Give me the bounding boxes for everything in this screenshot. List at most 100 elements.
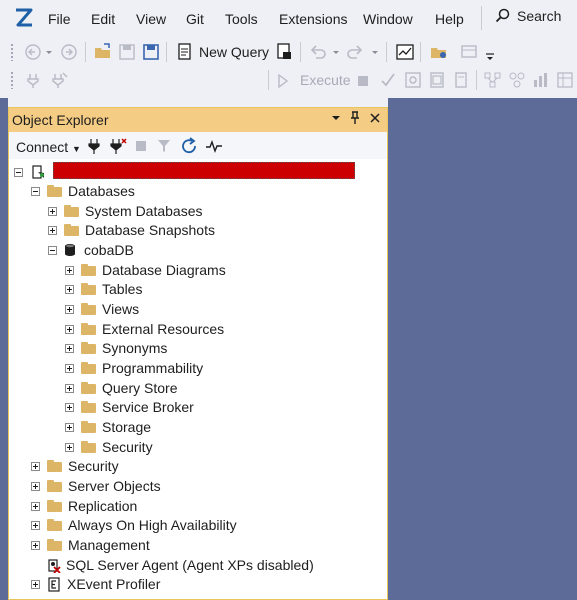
search-button[interactable]: Search [495, 8, 561, 24]
expand-icon[interactable] [31, 461, 40, 471]
include-plan-icon[interactable] [484, 71, 502, 89]
tree-node-synonyms[interactable]: Synonyms [65, 338, 167, 358]
tree-node-storage[interactable]: Storage [65, 417, 151, 437]
expand-icon[interactable] [31, 481, 40, 491]
stop-icon[interactable] [357, 72, 369, 90]
query-type-icon[interactable] [275, 43, 293, 61]
activity-monitor-icon[interactable] [396, 43, 414, 61]
tree-node-external-resources[interactable]: External Resources [65, 319, 224, 339]
window-layout-icon[interactable] [460, 43, 478, 61]
tree-node-system-databases[interactable]: System Databases [48, 201, 203, 221]
results-grid-icon[interactable] [556, 71, 574, 89]
expand-icon[interactable] [65, 265, 74, 275]
save-icon[interactable] [118, 43, 136, 61]
menu-tools[interactable]: Tools [225, 11, 258, 27]
expand-icon[interactable] [31, 520, 40, 530]
disconnect-object-explorer-icon[interactable] [109, 138, 127, 154]
tree-node-db-security[interactable]: Security [65, 437, 153, 457]
server-icon [32, 165, 44, 179]
toolbar-grip[interactable] [10, 71, 14, 89]
estimated-plan-icon[interactable] [404, 71, 422, 89]
tree-node-sql-server-agent[interactable]: SQL Server Agent (Agent XPs disabled) [47, 555, 314, 575]
expand-icon[interactable] [31, 579, 40, 589]
tree-node-tables[interactable]: Tables [65, 279, 142, 299]
new-query-button[interactable]: New Query [199, 44, 269, 60]
ssms-logo-icon[interactable] [13, 7, 35, 29]
tree-node-service-broker[interactable]: Service Broker [65, 397, 194, 417]
object-explorer-icon[interactable] [430, 43, 448, 61]
connect-icon[interactable] [24, 71, 42, 89]
window-position-dropdown-icon[interactable] [331, 111, 341, 125]
filter-icon[interactable] [157, 138, 171, 154]
expand-icon[interactable] [65, 284, 74, 294]
undo-dropdown-icon[interactable] [331, 43, 341, 61]
refresh-icon[interactable] [180, 137, 198, 155]
undo-icon[interactable] [309, 43, 327, 61]
tree-node-query-store[interactable]: Query Store [65, 378, 177, 398]
back-icon[interactable] [24, 43, 42, 61]
open-file-icon[interactable] [94, 43, 112, 61]
redo-dropdown-icon[interactable] [370, 43, 380, 61]
redo-icon[interactable] [346, 43, 364, 61]
connect-object-explorer-icon[interactable] [87, 138, 101, 154]
disconnect-icon[interactable] [50, 71, 68, 89]
collapse-icon[interactable] [14, 167, 23, 177]
tree-node-database-diagrams[interactable]: Database Diagrams [65, 260, 226, 280]
object-explorer-title-bar[interactable]: Object Explorer [9, 108, 387, 132]
menu-help[interactable]: Help [435, 11, 464, 27]
expand-icon[interactable] [65, 442, 74, 452]
query-options-icon[interactable] [428, 71, 446, 89]
server-name-redacted[interactable] [53, 162, 355, 179]
back-dropdown-icon[interactable] [44, 43, 54, 61]
new-query-icon[interactable] [176, 43, 194, 61]
expand-icon[interactable] [65, 383, 74, 393]
live-stats-icon[interactable] [508, 71, 526, 89]
tree-node-server-objects[interactable]: Server Objects [31, 476, 161, 496]
activity-monitor-icon[interactable] [205, 138, 223, 154]
forward-icon[interactable] [60, 43, 78, 61]
tree-node-programmability[interactable]: Programmability [65, 358, 203, 378]
menu-file[interactable]: File [48, 11, 71, 27]
expand-icon[interactable] [65, 422, 74, 432]
tree-node-security[interactable]: Security [31, 456, 119, 476]
tree-node-always-on[interactable]: Always On High Availability [31, 515, 237, 535]
save-all-icon[interactable] [142, 43, 160, 61]
tree-node-cobadb[interactable]: cobaDB [48, 240, 134, 260]
expand-icon[interactable] [48, 206, 57, 216]
menu-view[interactable]: View [136, 11, 166, 27]
folder-icon [47, 519, 62, 531]
collapse-icon[interactable] [48, 245, 57, 255]
intellisense-icon[interactable] [452, 71, 470, 89]
tree-node-management[interactable]: Management [31, 535, 150, 555]
expand-icon[interactable] [65, 304, 74, 314]
parse-check-icon[interactable] [379, 71, 397, 89]
execute-button[interactable]: Execute [300, 72, 351, 88]
client-stats-icon[interactable] [532, 71, 550, 89]
close-icon[interactable] [369, 111, 381, 125]
expand-icon[interactable] [65, 402, 74, 412]
tree-node-database-snapshots[interactable]: Database Snapshots [48, 220, 215, 240]
menu-extensions[interactable]: Extensions [279, 11, 347, 27]
connect-button[interactable]: Connect ▼ [16, 139, 81, 155]
toolbar-overflow-icon[interactable] [484, 46, 496, 64]
expand-icon[interactable] [31, 540, 40, 550]
stop-icon[interactable] [136, 140, 146, 152]
execute-icon[interactable] [277, 72, 289, 90]
folder-icon [81, 441, 96, 453]
collapse-icon[interactable] [31, 186, 40, 196]
tree-node-xevent-profiler[interactable]: XEvent Profiler [31, 574, 160, 594]
tree-node-databases[interactable]: Databases [31, 181, 135, 201]
expand-icon[interactable] [65, 324, 74, 334]
tree-node-views[interactable]: Views [65, 299, 139, 319]
menu-git[interactable]: Git [186, 11, 204, 27]
menu-window[interactable]: Window [363, 11, 413, 27]
toolbar-grip[interactable] [10, 43, 14, 61]
expand-icon[interactable] [31, 501, 40, 511]
expand-icon[interactable] [48, 225, 57, 235]
pin-icon[interactable] [349, 111, 361, 125]
tree-node-replication[interactable]: Replication [31, 496, 137, 516]
expand-icon[interactable] [65, 343, 74, 353]
expand-icon[interactable] [65, 363, 74, 373]
server-node[interactable] [14, 162, 50, 182]
menu-edit[interactable]: Edit [91, 11, 115, 27]
